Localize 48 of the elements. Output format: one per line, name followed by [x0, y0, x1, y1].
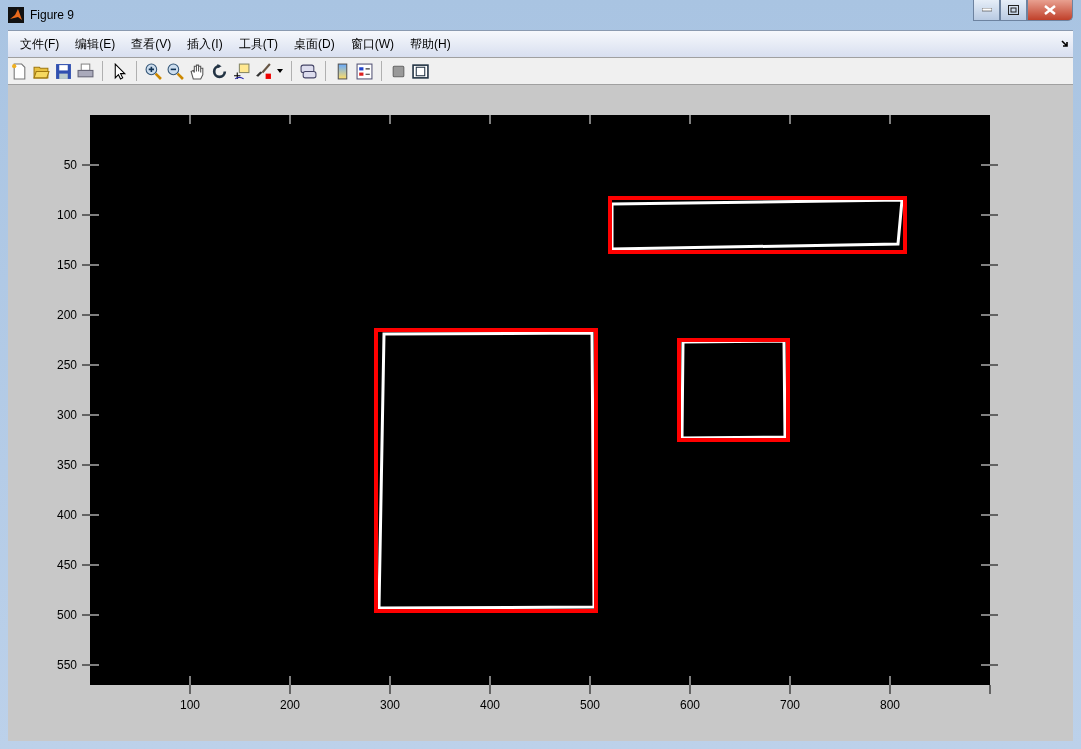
- y-tick-label: 50: [63, 158, 77, 172]
- x-tick-label: 100: [180, 698, 200, 712]
- rotate-icon[interactable]: [211, 62, 228, 80]
- y-tick-label: 400: [56, 508, 77, 522]
- x-tick-label: 800: [880, 698, 900, 712]
- maximize-button[interactable]: [1000, 0, 1027, 21]
- menu-item[interactable]: 工具(T): [230, 35, 286, 53]
- window-title: Figure 9: [30, 8, 75, 22]
- menu-item[interactable]: 插入(I): [179, 35, 231, 53]
- y-tick-label: 500: [56, 608, 77, 622]
- y-tick-label: 450: [56, 558, 77, 572]
- menu-item[interactable]: 查看(V): [123, 35, 180, 53]
- menu-item[interactable]: 窗口(W): [342, 35, 402, 53]
- menu-item[interactable]: 文件(F): [12, 35, 68, 53]
- save-icon[interactable]: [55, 62, 72, 80]
- maximize-icon: [1008, 5, 1019, 15]
- y-tick-label: 150: [56, 258, 77, 272]
- close-button[interactable]: [1027, 0, 1073, 21]
- y-tick-label: 550: [56, 658, 77, 672]
- x-tick-label: 700: [780, 698, 800, 712]
- show-plot-tools-icon[interactable]: [412, 62, 429, 80]
- zoom-out-icon[interactable]: [167, 62, 184, 80]
- y-tick-label: 350: [56, 458, 77, 472]
- caret-icon[interactable]: [277, 69, 283, 73]
- x-tick-label: 500: [580, 698, 600, 712]
- y-tick-label: 100: [56, 208, 77, 222]
- menu-item[interactable]: 帮助(H): [402, 35, 459, 53]
- y-tick-label: 300: [56, 408, 77, 422]
- new-file-icon[interactable]: [11, 62, 28, 80]
- dock-arrow-icon[interactable]: [1061, 40, 1069, 48]
- y-tick-label: 200: [56, 308, 77, 322]
- print-icon[interactable]: [77, 62, 94, 80]
- menu-item[interactable]: 桌面(D): [286, 35, 343, 53]
- close-icon: [1044, 5, 1056, 15]
- app-icon: [8, 7, 24, 23]
- data-cursor-icon[interactable]: [233, 62, 250, 80]
- x-tick-label: 300: [380, 698, 400, 712]
- menu-item[interactable]: 编辑(E): [67, 35, 124, 53]
- hand-icon[interactable]: [189, 62, 206, 80]
- x-tick-label: 200: [280, 698, 300, 712]
- x-tick-label: 600: [680, 698, 700, 712]
- link-icon[interactable]: [300, 62, 317, 80]
- legend-icon[interactable]: [356, 62, 373, 80]
- zoom-in-icon[interactable]: [145, 62, 162, 80]
- minimize-icon: [981, 8, 992, 12]
- x-tick-label: 400: [480, 698, 500, 712]
- brush-icon[interactable]: [255, 62, 272, 80]
- y-tick-label: 250: [56, 358, 77, 372]
